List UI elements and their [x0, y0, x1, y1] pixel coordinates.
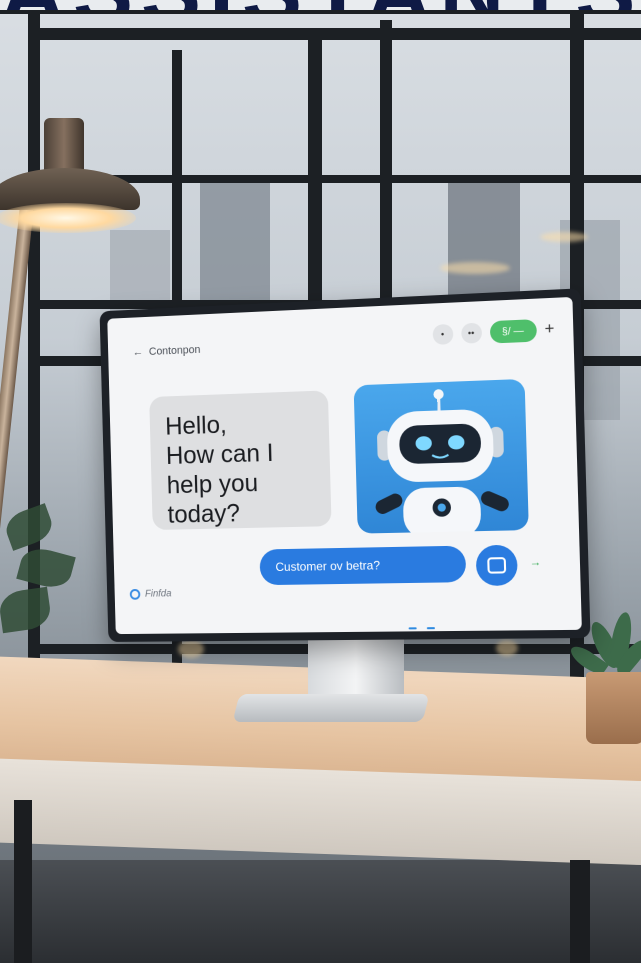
desk-leg [14, 800, 32, 963]
top-banner: ASSISTANTS [0, 0, 641, 10]
app-title: Contonpon [149, 344, 201, 358]
monitor-screen: ← Contonpon • •• §/ — + Hello, How can I… [107, 297, 582, 634]
leaf [2, 503, 57, 551]
desk-leg [570, 860, 590, 963]
message-input[interactable]: Customer ov betra? [259, 546, 466, 586]
plant-left [0, 490, 80, 660]
lamp-neck [44, 118, 84, 173]
header-button-1[interactable]: • [432, 324, 453, 345]
header-button-2[interactable]: •• [461, 323, 482, 344]
robot-avatar-icon [354, 379, 529, 534]
greeting-bubble: Hello, How can I help you today? [149, 390, 331, 530]
lamp-light [0, 203, 136, 233]
plus-icon[interactable]: + [544, 320, 554, 339]
plant-pot [586, 672, 641, 744]
bokeh-light [496, 640, 518, 656]
monitor-stand-base [233, 694, 430, 722]
window-frame [30, 28, 641, 40]
side-arrow-icon[interactable]: → [530, 556, 542, 568]
banner-text: ASSISTANTS [0, 0, 641, 10]
robot-avatar-card [354, 379, 529, 534]
message-input-text: Customer ov betra? [275, 558, 380, 574]
monitor: ← Contonpon • •• §/ — + Hello, How can I… [100, 288, 591, 642]
window-frame [40, 175, 641, 183]
greeting-text: Hello, How can I help you today? [165, 407, 324, 530]
brand: Finfda [130, 588, 172, 599]
bezel-light [427, 627, 435, 629]
floor [0, 860, 641, 963]
leaf [0, 587, 53, 634]
header-pill-button[interactable]: §/ — [489, 319, 536, 343]
light-reflection [540, 232, 588, 242]
brand-icon [130, 589, 141, 600]
bokeh-light [178, 640, 204, 658]
bezel-light [409, 627, 417, 629]
photo-scene: ASSISTANTS ← Contonpon • •• § [0, 0, 641, 963]
brand-name: Finfda [145, 588, 172, 599]
header-actions: • •• §/ — + [432, 318, 555, 346]
send-icon [487, 557, 506, 574]
back-arrow-icon[interactable]: ← [133, 346, 144, 358]
send-button[interactable] [476, 545, 518, 586]
light-reflection [440, 262, 510, 274]
leaf [16, 544, 76, 592]
app-header: ← Contonpon [133, 344, 201, 359]
